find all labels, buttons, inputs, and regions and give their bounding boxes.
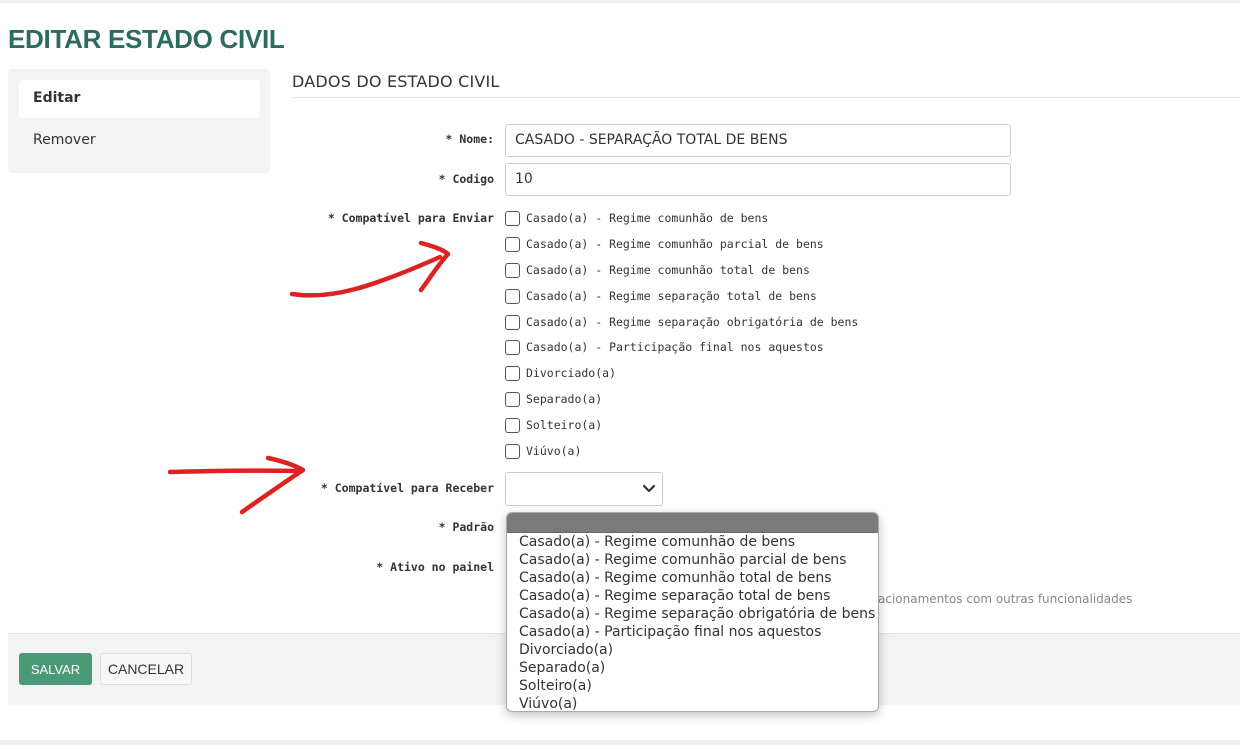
chevron-down-icon	[642, 484, 656, 493]
ativo-painel-label: * Ativo no painel	[376, 560, 494, 574]
checkbox-label: Casado(a) - Regime separação obrigatória…	[526, 315, 859, 329]
dropdown-option[interactable]: Separado(a)	[507, 659, 878, 677]
enviar-option[interactable]: Casado(a) - Participação final nos aques…	[505, 338, 824, 356]
checkbox[interactable]	[505, 210, 520, 226]
enviar-option[interactable]: Casado(a) - Regime separação obrigatória…	[505, 313, 858, 331]
dropdown-option[interactable]: Casado(a) - Regime comunhão de bens	[507, 533, 878, 551]
enviar-option[interactable]: Casado(a) - Regime separação total de be…	[505, 287, 817, 305]
codigo-label: * Codigo	[438, 172, 494, 186]
checkbox[interactable]	[505, 236, 520, 252]
compativel-receber-label: * Compatível para Receber	[320, 481, 494, 495]
enviar-option[interactable]: Solteiro(a)	[505, 416, 602, 434]
sidebar-item-editar[interactable]: Editar	[19, 80, 260, 118]
enviar-option[interactable]: Viúvo(a)	[505, 442, 581, 460]
dropdown-option[interactable]: Casado(a) - Participação final nos aques…	[507, 623, 878, 641]
checkbox-label: Casado(a) - Regime comunhão total de ben…	[526, 263, 810, 277]
checkbox-label: Casado(a) - Regime comunhão de bens	[526, 211, 769, 225]
enviar-option[interactable]: Casado(a) - Regime comunhão total de ben…	[505, 261, 810, 279]
cancel-button[interactable]: CANCELAR	[100, 653, 192, 685]
checkbox[interactable]	[505, 314, 520, 330]
checkbox-label: Divorciado(a)	[526, 366, 617, 380]
checkbox-label: Casado(a) - Regime comunhão parcial de b…	[526, 237, 824, 251]
compativel-receber-select[interactable]	[505, 472, 663, 506]
checkbox-label: Casado(a) - Regime separação total de be…	[526, 289, 817, 303]
enviar-option[interactable]: Casado(a) - Regime comunhão parcial de b…	[505, 235, 824, 253]
checkbox[interactable]	[505, 365, 520, 381]
receber-dropdown-list: Casado(a) - Regime comunhão de bens Casa…	[506, 512, 879, 712]
section-title: DADOS DO ESTADO CIVIL	[292, 72, 1240, 98]
checkbox-label: Viúvo(a)	[526, 444, 582, 458]
checkbox[interactable]	[505, 443, 520, 459]
ativo-hint: acionamentos com outras funcionalidades	[878, 592, 1133, 606]
bottom-border	[0, 740, 1240, 745]
dropdown-option[interactable]: Casado(a) - Regime separação total de be…	[507, 587, 878, 605]
checkbox[interactable]	[505, 288, 520, 304]
enviar-option[interactable]: Separado(a)	[505, 390, 602, 408]
compativel-enviar-label: * Compatível para Enviar	[327, 211, 494, 225]
nome-input[interactable]: CASADO - SEPARAÇÃO TOTAL DE BENS	[505, 124, 1011, 157]
enviar-option[interactable]: Casado(a) - Regime comunhão de bens	[505, 209, 768, 227]
save-button[interactable]: SALVAR	[19, 653, 92, 685]
checkbox[interactable]	[505, 417, 520, 433]
dropdown-option[interactable]: Solteiro(a)	[507, 677, 878, 695]
checkbox[interactable]	[505, 339, 520, 355]
enviar-option[interactable]: Divorciado(a)	[505, 364, 616, 382]
dropdown-option[interactable]: Casado(a) - Regime separação obrigatória…	[507, 605, 878, 623]
page-title: EDITAR ESTADO CIVIL	[8, 24, 285, 54]
dropdown-option[interactable]: Casado(a) - Regime comunhão parcial de b…	[507, 551, 878, 569]
dropdown-option[interactable]: Viúvo(a)	[507, 695, 878, 711]
codigo-input[interactable]: 10	[505, 163, 1011, 196]
checkbox[interactable]	[505, 391, 520, 407]
top-border	[0, 0, 1240, 3]
nome-label: * Nome:	[445, 132, 494, 146]
padrao-label: * Padrão	[438, 520, 494, 534]
side-menu: Editar Remover	[8, 69, 270, 173]
dropdown-option[interactable]: Casado(a) - Regime comunhão total de ben…	[507, 569, 878, 587]
red-arrow-icon	[289, 240, 451, 298]
checkbox-label: Casado(a) - Participação final nos aques…	[526, 340, 824, 354]
dropdown-empty-option[interactable]	[507, 513, 878, 533]
checkbox[interactable]	[505, 262, 520, 278]
dropdown-option[interactable]: Divorciado(a)	[507, 641, 878, 659]
checkbox-label: Separado(a)	[526, 392, 603, 406]
checkbox-label: Solteiro(a)	[526, 418, 603, 432]
